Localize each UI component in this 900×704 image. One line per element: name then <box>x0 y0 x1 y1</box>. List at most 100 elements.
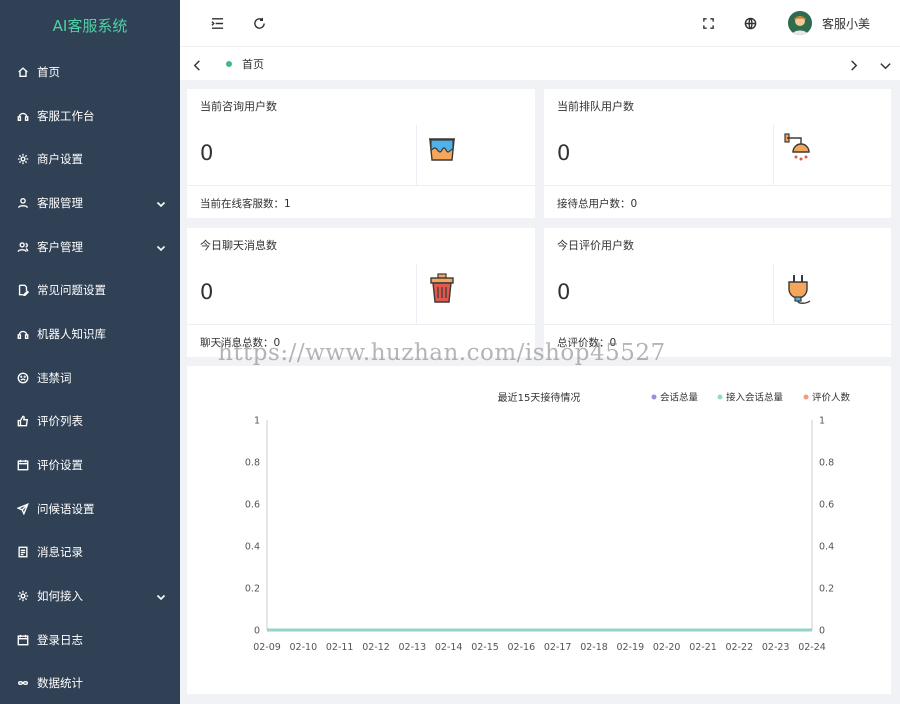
top-header: 客服小美 <box>180 0 900 46</box>
sidebar-item-label: 消息记录 <box>37 545 83 560</box>
y-tick-label-right: 1 <box>819 416 825 427</box>
divider <box>416 264 417 324</box>
fullscreen-icon[interactable] <box>699 14 717 32</box>
card-value: 0 <box>200 280 214 304</box>
sidebar-item-label: 如何接入 <box>37 589 83 604</box>
sidebar-item-label: 客服工作台 <box>37 108 95 123</box>
card-value: 0 <box>557 280 571 304</box>
x-tick-label: 02-19 <box>617 642 645 653</box>
divider <box>544 185 891 186</box>
y-tick-label-right: 0 <box>819 626 825 637</box>
chevron-right-icon[interactable] <box>844 56 862 74</box>
sidebar-item-8[interactable]: 评价列表 <box>0 400 180 444</box>
sidebar-item-label: 评价列表 <box>37 414 83 429</box>
infinity-icon <box>16 676 30 690</box>
y-tick-label-left: 0.8 <box>245 458 260 469</box>
sidebar-item-3[interactable]: 客服管理 <box>0 181 180 225</box>
sidebar-item-label: 商户设置 <box>37 152 83 167</box>
plug-icon <box>782 271 816 305</box>
legend-label: 接入会话总量 <box>726 392 784 404</box>
gear-icon <box>16 589 30 603</box>
users-icon <box>16 240 30 254</box>
sidebar-item-11[interactable]: 消息记录 <box>0 531 180 575</box>
x-tick-label: 02-18 <box>580 642 608 653</box>
avatar[interactable] <box>788 11 812 35</box>
stat-card-queue: 当前排队用户数 0 接待总用户数：0 <box>544 89 891 218</box>
card-value: 0 <box>200 141 214 165</box>
divider <box>416 125 417 185</box>
sidebar-item-14[interactable]: 数据统计 <box>0 662 180 704</box>
tab-home[interactable]: 首页 <box>226 56 264 72</box>
sidebar-item-6[interactable]: 机器人知识库 <box>0 312 180 356</box>
shower-icon <box>782 132 816 166</box>
legend-marker <box>717 394 723 400</box>
divider <box>187 185 535 186</box>
sidebar-item-12[interactable]: 如何接入 <box>0 574 180 618</box>
sidebar-item-1[interactable]: 客服工作台 <box>0 94 180 138</box>
x-tick-label: 02-23 <box>762 642 790 653</box>
sidebar-item-label: 常见问题设置 <box>37 283 106 298</box>
app-logo[interactable]: AI客服系统 <box>0 0 180 50</box>
document-icon <box>16 545 30 559</box>
chart-title: 最近15天接待情况 <box>498 391 581 404</box>
y-tick-label-left: 0.2 <box>245 584 260 595</box>
sidebar-item-label: 客服管理 <box>37 195 83 210</box>
calendar-icon <box>16 633 30 647</box>
x-tick-label: 02-16 <box>508 642 536 653</box>
sidebar-item-label: 评价设置 <box>37 458 83 473</box>
chart-panel: 最近15天接待情况 会话总量 接入会话总量 评价人数 0 0 0.2 0.2 0.4 0.4 0.6… <box>187 366 891 694</box>
user-icon <box>16 196 30 210</box>
sidebar-item-2[interactable]: 商户设置 <box>0 137 180 181</box>
sidebar-item-5[interactable]: 常见问题设置 <box>0 268 180 312</box>
sidebar-item-10[interactable]: 问候语设置 <box>0 487 180 531</box>
sidebar-item-4[interactable]: 客户管理 <box>0 225 180 269</box>
legend-label: 评价人数 <box>812 392 851 404</box>
chevron-down-icon <box>156 198 166 208</box>
thumbs-up-icon <box>16 414 30 428</box>
calendar-icon <box>16 458 30 472</box>
gear-icon <box>16 152 30 166</box>
legend-label: 会话总量 <box>660 392 699 404</box>
username[interactable]: 客服小美 <box>822 15 870 32</box>
chevron-left-icon[interactable] <box>188 56 206 74</box>
y-tick-label-right: 0.8 <box>819 458 834 469</box>
card-title: 当前咨询用户数 <box>200 100 277 113</box>
sidebar-item-label: 登录日志 <box>37 632 83 647</box>
tab-label: 首页 <box>242 58 264 71</box>
card-footer: 接待总用户数：0 <box>557 198 638 210</box>
x-tick-label: 02-17 <box>544 642 572 653</box>
sidebar-item-0[interactable]: 首页 <box>0 50 180 94</box>
sidebar-item-label: 首页 <box>37 64 60 79</box>
x-tick-label: 02-20 <box>653 642 681 653</box>
x-tick-label: 02-21 <box>689 642 717 653</box>
y-tick-label-left: 0.6 <box>245 500 260 511</box>
card-footer: 总评价数：0 <box>557 337 617 349</box>
globe-icon[interactable] <box>741 14 759 32</box>
edit-doc-icon <box>16 283 30 297</box>
refresh-icon[interactable] <box>250 14 268 32</box>
card-title: 今日评价用户数 <box>557 239 634 252</box>
stat-card-ratings: 今日评价用户数 0 总评价数：0 <box>544 228 891 357</box>
card-footer: 聊天消息总数：0 <box>200 337 281 349</box>
sidebar-item-9[interactable]: 评价设置 <box>0 443 180 487</box>
active-dot-icon <box>226 61 232 67</box>
sidebar-item-13[interactable]: 登录日志 <box>0 618 180 662</box>
sidebar-item-label: 违禁词 <box>37 370 72 385</box>
card-title: 当前排队用户数 <box>557 100 634 113</box>
chevron-down-icon <box>156 242 166 252</box>
legend-marker <box>651 394 657 400</box>
x-tick-label: 02-15 <box>471 642 499 653</box>
x-tick-label: 02-22 <box>726 642 754 653</box>
sidebar-item-label: 机器人知识库 <box>37 326 106 341</box>
menu-toggle-icon[interactable] <box>208 14 226 32</box>
sidebar-item-label: 问候语设置 <box>37 501 95 516</box>
chevron-down-icon <box>156 591 166 601</box>
card-footer: 当前在线客服数：1 <box>200 198 291 210</box>
tab-bar: 首页 <box>180 46 900 80</box>
chevron-down-icon[interactable] <box>876 56 894 74</box>
divider <box>187 324 535 325</box>
x-tick-label: 02-13 <box>399 642 427 653</box>
divider <box>773 264 774 324</box>
sidebar-item-7[interactable]: 违禁词 <box>0 356 180 400</box>
card-title: 今日聊天消息数 <box>200 239 277 252</box>
